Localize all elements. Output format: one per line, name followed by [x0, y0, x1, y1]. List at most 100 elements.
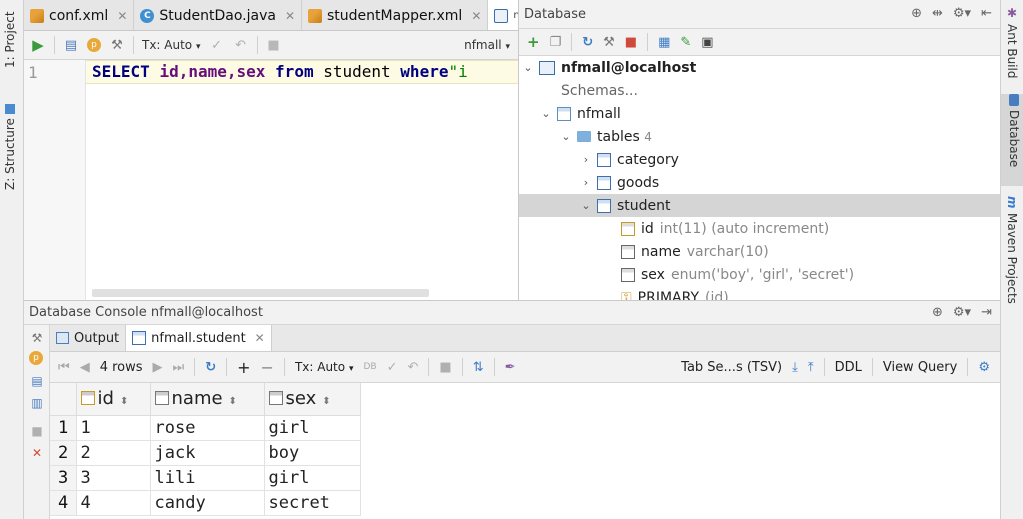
close-icon[interactable]: ✕	[285, 9, 295, 23]
duplicate-icon[interactable]: ❐	[550, 35, 562, 50]
tree-table-goods[interactable]: › goods	[581, 171, 659, 194]
db-submit-icon[interactable]: DB	[363, 362, 376, 372]
cell-name[interactable]: lili	[150, 465, 265, 491]
tab-result-student[interactable]: nfmall.student ✕	[126, 325, 272, 351]
tx-mode-select[interactable]: Tx: Auto ▾	[295, 360, 354, 374]
explain-plan-icon[interactable]: ▤	[63, 37, 79, 53]
cell-id[interactable]: 1	[76, 415, 151, 441]
tree-table-student[interactable]: ⌄ student	[519, 194, 1000, 217]
explain-plan-icon[interactable]: ▤	[29, 373, 45, 389]
cell-sex[interactable]: girl	[264, 415, 361, 441]
sql-editor[interactable]: 1 SELECT id,name,sex from student where"…	[24, 60, 518, 300]
compare-icon[interactable]: ⇅	[473, 360, 484, 375]
parameters-icon[interactable]: p	[29, 351, 43, 365]
tab-output[interactable]: Output	[50, 325, 127, 351]
console-icon[interactable]: ▣	[701, 35, 713, 50]
parameters-icon[interactable]: p	[87, 38, 101, 52]
rollback-icon[interactable]: ↶	[233, 37, 249, 53]
cell-sex[interactable]: girl	[264, 465, 361, 491]
table-row[interactable]: 1 1 rose girl	[50, 415, 361, 441]
previous-page-icon[interactable]: ◀	[80, 360, 90, 375]
refresh-icon[interactable]: ↻	[582, 35, 593, 50]
tree-schema-nfmall[interactable]: ⌄ nfmall	[541, 102, 620, 125]
target-icon[interactable]: ⊕	[911, 6, 922, 21]
cell-id[interactable]: 2	[76, 440, 151, 466]
stop-icon[interactable]: ■	[439, 360, 451, 375]
refresh-icon[interactable]: ↻	[205, 360, 216, 375]
tab-conf-xml[interactable]: conf.xml ✕	[24, 0, 135, 30]
column-header-id[interactable]: id ⬍	[76, 383, 151, 416]
table-row[interactable]: 3 3 lili girl	[50, 465, 361, 491]
target-icon[interactable]: ⊕	[932, 301, 943, 325]
properties-icon[interactable]: ⚒	[603, 35, 615, 50]
close-icon[interactable]: ✕	[471, 9, 481, 23]
cell-sex[interactable]: secret	[264, 490, 361, 516]
sort-icon[interactable]: ⬍	[229, 396, 237, 407]
tree-column-sex[interactable]: sex enum('boy', 'girl', 'secret')	[621, 263, 854, 286]
layout-icon[interactable]: ▥	[29, 395, 45, 411]
column-header-sex[interactable]: sex ⬍	[264, 383, 361, 416]
project-tool-tab[interactable]: 1: Project	[3, 8, 17, 68]
cell-sex[interactable]: boy	[264, 440, 361, 466]
run-icon[interactable]: ▶	[30, 36, 46, 54]
commit-icon[interactable]: ✓	[387, 360, 398, 375]
tree-table-category[interactable]: › category	[581, 148, 679, 171]
stop-icon[interactable]: ■	[266, 37, 282, 53]
edit-source-icon[interactable]: ✎	[680, 35, 691, 50]
chevron-down-icon[interactable]: ⌄	[561, 130, 571, 143]
tree-tables-folder[interactable]: ⌄ tables 4	[561, 125, 651, 148]
close-icon[interactable]: ✕	[255, 331, 265, 345]
gear-icon[interactable]: ⚙▾	[953, 6, 971, 21]
collapse-icon[interactable]: ⇹	[932, 6, 943, 21]
ant-build-tool-tab[interactable]: ✱ Ant Build	[1005, 6, 1019, 78]
rollback-icon[interactable]: ↶	[407, 360, 418, 375]
tree-key-primary[interactable]: ⚿ PRIMARY (id)	[621, 286, 729, 301]
add-icon[interactable]: +	[527, 33, 540, 51]
tree-connection[interactable]: ⌄ nfmall@localhost	[523, 56, 696, 79]
tree-schemas[interactable]: Schemas...	[561, 79, 638, 102]
structure-tool-tab[interactable]: Z: Structure	[3, 100, 17, 190]
hide-icon[interactable]: ⇥	[981, 301, 992, 325]
stop-icon[interactable]: ■	[29, 423, 45, 439]
view-query-button[interactable]: View Query	[883, 360, 958, 375]
settings-wrench-icon[interactable]: ⚒	[29, 330, 45, 346]
cell-name[interactable]: jack	[150, 440, 265, 466]
tab-sql-console[interactable]: nf	[488, 0, 518, 30]
chevron-right-icon[interactable]: ›	[581, 153, 591, 166]
tx-mode-select[interactable]: Tx: Auto ▾	[142, 38, 201, 52]
row-count[interactable]: 4 rows	[100, 360, 143, 375]
upload-icon[interactable]: ⤒	[808, 360, 814, 375]
chevron-right-icon[interactable]: ›	[581, 176, 591, 189]
first-page-icon[interactable]: ⏮	[58, 360, 70, 375]
schema-select[interactable]: nfmall ▾	[464, 38, 510, 52]
commit-icon[interactable]: ✓	[209, 37, 225, 53]
cell-id[interactable]: 4	[76, 490, 151, 516]
sort-icon[interactable]: ⬍	[120, 396, 128, 407]
cell-id[interactable]: 3	[76, 465, 151, 491]
tab-student-dao-java[interactable]: C StudentDao.java ✕	[134, 0, 303, 30]
add-row-icon[interactable]: +	[237, 358, 250, 377]
tab-student-mapper-xml[interactable]: studentMapper.xml ✕	[302, 0, 489, 30]
gear-icon[interactable]: ⚙▾	[953, 301, 971, 325]
export-format-select[interactable]: Tab Se...s (TSV)	[681, 360, 782, 375]
delete-row-icon[interactable]: −	[261, 358, 274, 377]
database-tool-tab[interactable]: Database	[1001, 94, 1023, 186]
pin-icon[interactable]: ✒	[505, 360, 516, 375]
cell-name[interactable]: rose	[150, 415, 265, 441]
chevron-down-icon[interactable]: ⌄	[541, 107, 551, 120]
ddl-button[interactable]: DDL	[835, 360, 862, 375]
stop-icon[interactable]: ■	[625, 35, 637, 50]
cell-name[interactable]: candy	[150, 490, 265, 516]
settings-wrench-icon[interactable]: ⚒	[109, 37, 125, 53]
code-line[interactable]: SELECT id,name,sex from student where"i	[86, 60, 518, 84]
chevron-down-icon[interactable]: ⌄	[523, 61, 533, 74]
hide-icon[interactable]: ⇤	[981, 6, 992, 21]
table-view-icon[interactable]: ▦	[658, 35, 670, 50]
gear-icon[interactable]: ⚙	[978, 360, 990, 375]
download-icon[interactable]: ⤓	[792, 360, 798, 375]
horizontal-scrollbar[interactable]	[92, 289, 429, 297]
last-page-icon[interactable]: ⏭	[173, 360, 185, 375]
tree-column-name[interactable]: name varchar(10)	[621, 240, 769, 263]
table-row[interactable]: 2 2 jack boy	[50, 440, 361, 466]
table-row[interactable]: 4 4 candy secret	[50, 490, 361, 516]
